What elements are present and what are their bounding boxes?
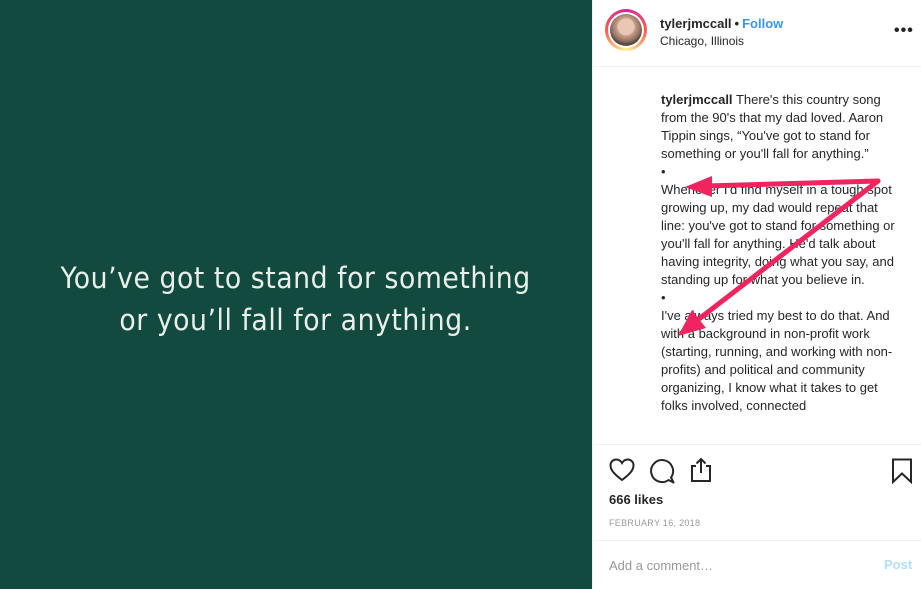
- more-options-icon[interactable]: •••: [894, 22, 914, 40]
- caption-bullet-1: •: [661, 164, 666, 179]
- post-image-line-2: or you’ll fall for anything.: [119, 302, 473, 337]
- caption-paragraph-1: tylerjmccall There's this country song f…: [661, 91, 897, 163]
- post-header: tylerjmccall • Follow Chicago, Illinois ••…: [593, 0, 921, 67]
- post-image: You’ve got to stand for something or you…: [0, 0, 592, 589]
- avatar[interactable]: [605, 9, 647, 51]
- comment-input[interactable]: [609, 555, 859, 575]
- post-side-panel: tylerjmccall • Follow Chicago, Illinois ••…: [592, 0, 921, 589]
- caption: tylerjmccall There's this country song f…: [661, 91, 897, 443]
- post-date: FEBRUARY 16, 2018: [609, 518, 701, 528]
- caption-bullet-2: •: [661, 290, 666, 305]
- caption-username-link[interactable]: tylerjmccall: [661, 92, 733, 107]
- comment-bar: Post: [593, 540, 921, 591]
- caption-paragraph-3: I've always tried my best to do that. An…: [661, 308, 893, 413]
- location-link[interactable]: Chicago, Illinois: [660, 34, 744, 48]
- separator-dot: •: [734, 16, 740, 31]
- username-link[interactable]: tylerjmccall: [660, 16, 732, 31]
- bookmark-icon[interactable]: [891, 458, 913, 484]
- action-bar: 666 likes FEBRUARY 16, 2018 Post: [593, 444, 921, 590]
- caption-paragraph-2: Whenever I'd find myself in a tough spot…: [661, 182, 895, 287]
- share-icon[interactable]: [689, 457, 713, 483]
- comment-icon[interactable]: [649, 458, 675, 484]
- post-image-line-1: You’ve got to stand for something: [60, 260, 532, 295]
- heart-icon[interactable]: [609, 458, 635, 482]
- post-comment-button[interactable]: Post: [884, 557, 912, 572]
- like-count[interactable]: 666 likes: [609, 492, 663, 507]
- post-image-text: You’ve got to stand for something or you…: [61, 257, 531, 341]
- follow-button[interactable]: Follow: [742, 16, 783, 31]
- header-username-row: tylerjmccall • Follow: [660, 16, 783, 31]
